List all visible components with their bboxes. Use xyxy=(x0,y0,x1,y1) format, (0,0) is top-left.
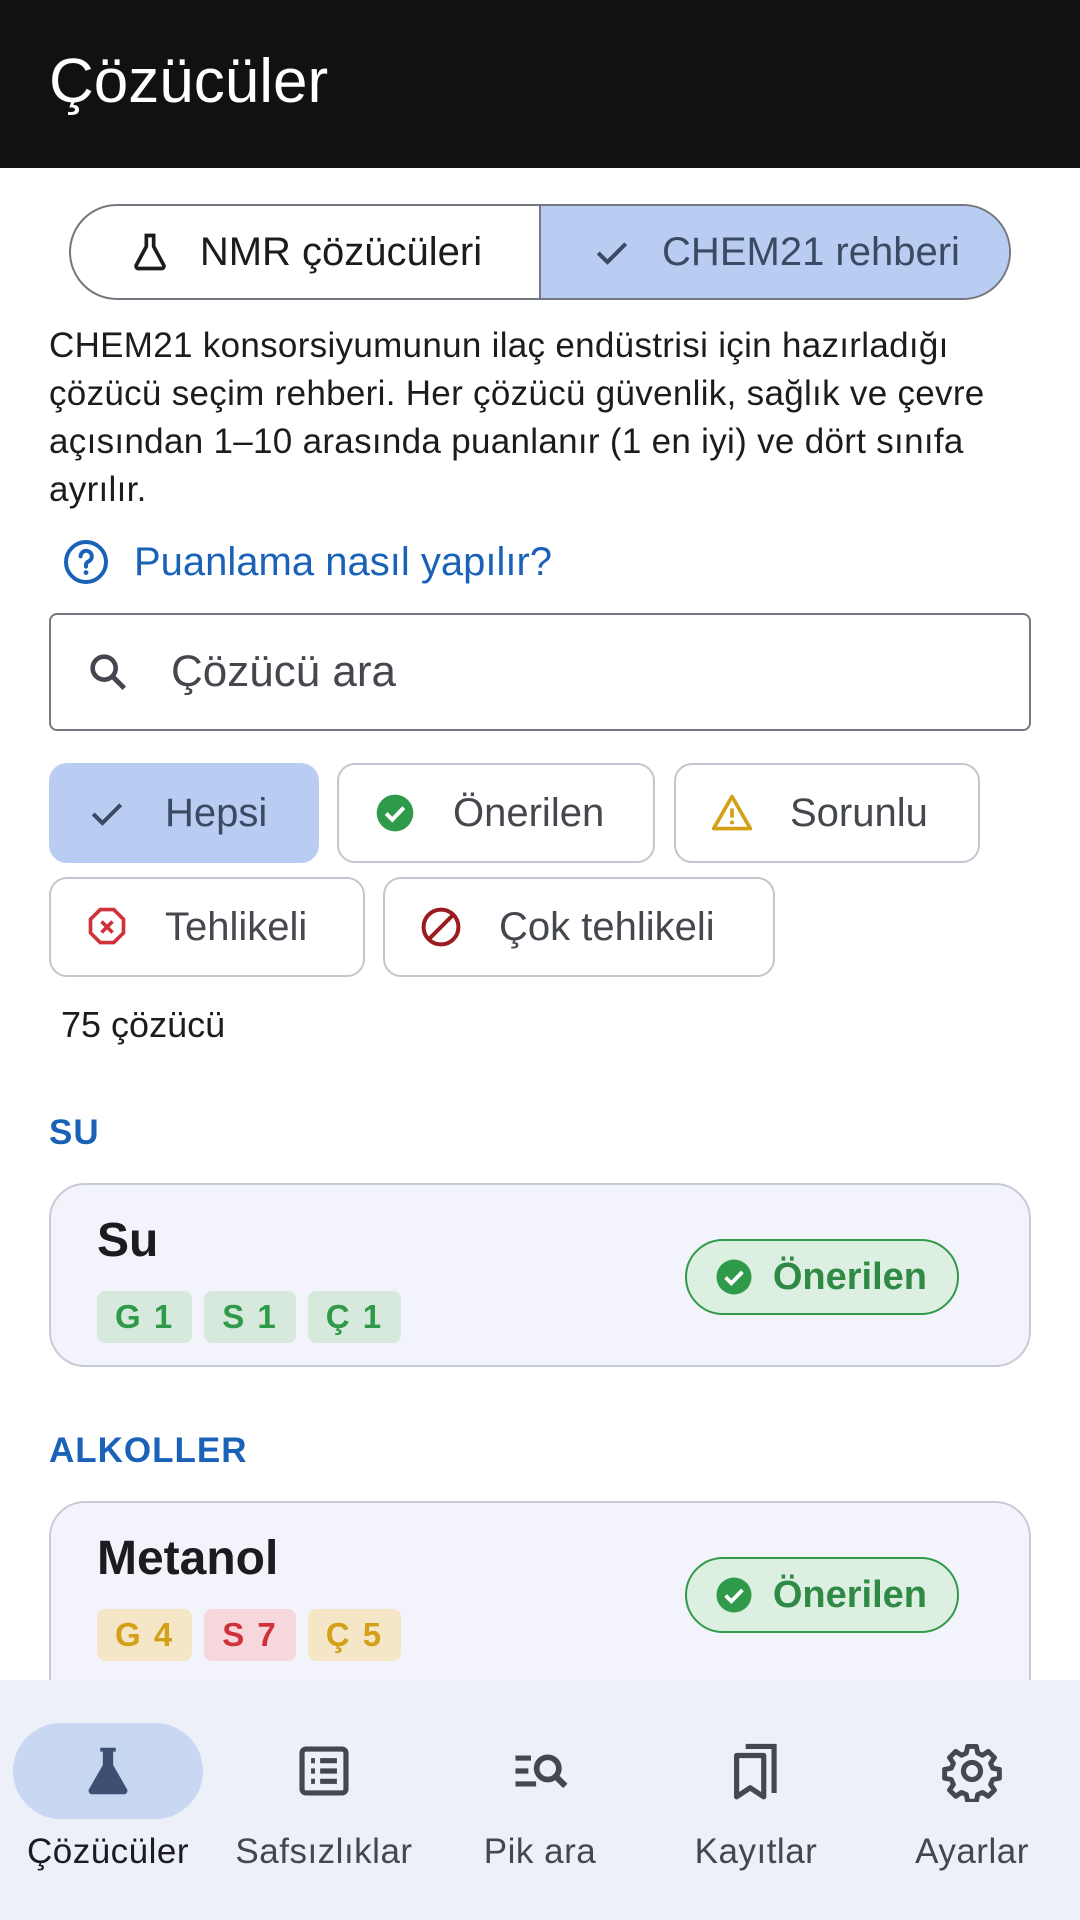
nav-label: Safsızlıklar xyxy=(235,1832,413,1871)
check-circle-icon xyxy=(716,1577,752,1613)
scoring-help-link[interactable]: Puanlama nasıl yapılır? xyxy=(62,538,552,586)
error-octagon-icon xyxy=(88,907,126,945)
nav-label: Pik ara xyxy=(483,1832,597,1871)
environment-score: Ç 1 xyxy=(307,1291,402,1343)
manage-search-icon xyxy=(515,1754,568,1789)
health-score: S 1 xyxy=(204,1291,296,1343)
status-badge: Önerilen xyxy=(684,1239,959,1315)
filter-chip-hazardous[interactable]: Tehlikeli xyxy=(49,877,365,977)
solvent-name: Su xyxy=(97,1214,159,1267)
safety-score: G 1 xyxy=(97,1291,193,1343)
environment-score: Ç 5 xyxy=(307,1609,402,1661)
filter-chip-recommended[interactable]: Önerilen xyxy=(337,763,655,863)
list-icon xyxy=(299,1746,349,1796)
warning-icon xyxy=(711,794,753,831)
nav-item-peak-search[interactable]: Pik ara xyxy=(432,1680,648,1920)
filter-chip-label: Önerilen xyxy=(453,790,605,835)
flask-icon xyxy=(88,1747,128,1795)
filter-chip-highly-hazardous[interactable]: Çok tehlikeli xyxy=(383,877,775,977)
nav-label: Ayarlar xyxy=(915,1832,1029,1871)
segment-nmr-solvents[interactable]: NMR çözücüleri xyxy=(71,206,539,298)
filter-chip-all[interactable]: Hepsi xyxy=(49,763,319,863)
search-icon xyxy=(90,654,127,691)
guide-description: CHEM21 konsorsiyumunun ilaç endüstrisi i… xyxy=(49,326,985,509)
check-icon xyxy=(596,242,628,265)
filter-chip-label: Çok tehlikeli xyxy=(499,904,715,949)
solvent-count: 75 çözücü xyxy=(61,1004,226,1045)
status-badge: Önerilen xyxy=(684,1557,959,1633)
solvent-search-field[interactable] xyxy=(49,613,1031,731)
search-input[interactable] xyxy=(171,647,971,697)
segment-label: NMR çözücüleri xyxy=(199,229,483,274)
section-header-alcohols: ALKOLLER xyxy=(49,1431,248,1470)
score-group: G 1 S 1 Ç 1 xyxy=(97,1291,402,1343)
nav-item-settings[interactable]: Ayarlar xyxy=(864,1680,1080,1920)
guide-segmented-control: NMR çözücüleri CHEM21 rehberi xyxy=(69,204,1011,300)
scoring-help-label: Puanlama nasıl yapılır? xyxy=(134,539,553,584)
filter-chip-problematic[interactable]: Sorunlu xyxy=(674,763,980,863)
segment-label: CHEM21 rehberi xyxy=(662,229,960,274)
app-bar: Çözücüler xyxy=(0,0,1080,168)
block-icon xyxy=(421,907,461,947)
flask-icon xyxy=(134,233,166,271)
bottom-navigation: Çözücüler Safsızlıklar Pik ara Kayıtlar … xyxy=(0,1680,1080,1920)
health-score: S 7 xyxy=(204,1609,296,1661)
check-circle-icon xyxy=(716,1259,752,1295)
nav-item-impurities[interactable]: Safsızlıklar xyxy=(216,1680,432,1920)
page-title: Çözücüler xyxy=(49,47,329,116)
help-circle-icon xyxy=(64,540,108,584)
filter-chip-label: Tehlikeli xyxy=(165,904,308,949)
check-circle-icon xyxy=(376,794,414,832)
gear-icon xyxy=(942,1744,1002,1802)
status-badge-label: Önerilen xyxy=(772,1255,927,1298)
nav-label: Çözücüler xyxy=(26,1832,190,1871)
bookmarks-icon xyxy=(734,1743,777,1800)
segment-chem21-guide[interactable]: CHEM21 rehberi xyxy=(539,206,1009,298)
status-badge-label: Önerilen xyxy=(772,1573,927,1616)
safety-score: G 4 xyxy=(97,1609,193,1661)
nav-item-solvents[interactable]: Çözücüler xyxy=(0,1680,216,1920)
check-icon xyxy=(91,803,123,826)
nav-item-records[interactable]: Kayıtlar xyxy=(648,1680,864,1920)
section-header-water: SU xyxy=(49,1113,100,1152)
solvent-name: Metanol xyxy=(97,1532,279,1585)
filter-chip-label: Hepsi xyxy=(165,790,268,835)
score-group: G 4 S 7 Ç 5 xyxy=(97,1609,402,1661)
nav-label: Kayıtlar xyxy=(694,1832,818,1871)
solvent-card-water[interactable]: Su G 1 S 1 Ç 1 Önerilen xyxy=(49,1183,1031,1367)
filter-chip-label: Sorunlu xyxy=(790,790,928,835)
